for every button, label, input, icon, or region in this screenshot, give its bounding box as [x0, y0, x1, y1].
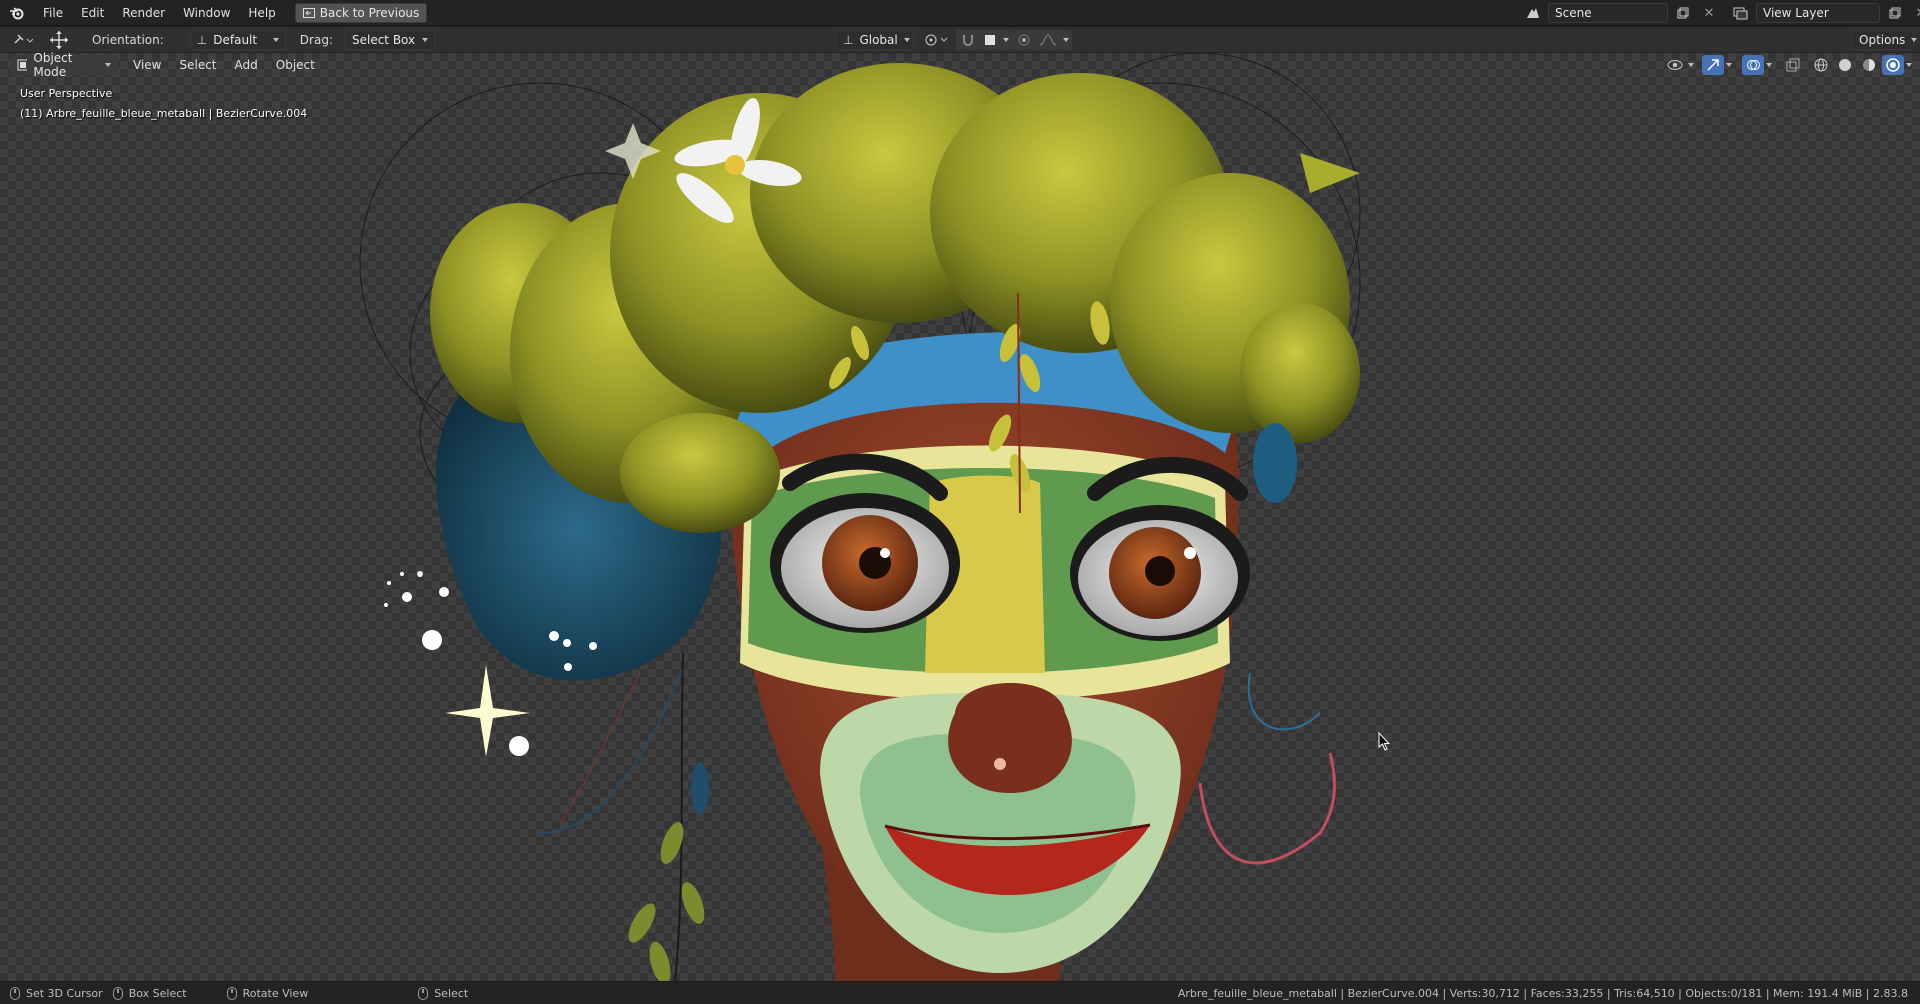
- xray-toggle-icon[interactable]: [1782, 55, 1804, 75]
- orientation-axis-icon: ⊥: [196, 32, 208, 47]
- pink-curl: [1198, 752, 1336, 865]
- 3d-viewport[interactable]: User Perspective (11) Arbre_feuille_bleu…: [0, 53, 1920, 981]
- viewport-render: [359, 53, 1361, 981]
- move-tool-icon[interactable]: [44, 30, 74, 50]
- global-axis-icon: ⊥: [843, 32, 854, 47]
- vine-left: [674, 652, 684, 981]
- mouse-drag-icon: [112, 986, 123, 1000]
- editor-type-icon[interactable]: [8, 30, 38, 50]
- mouse-left-click-icon: [10, 986, 20, 1000]
- chevron-down-icon: [105, 63, 111, 67]
- mouse-right-click-icon: [418, 986, 429, 1000]
- top-menu-bar: File Edit Render Window Help Back to Pre…: [0, 0, 1920, 26]
- status-hint-box-select: Box Select: [128, 986, 187, 1000]
- chevron-down-icon[interactable]: [1906, 63, 1912, 67]
- drag-dropdown[interactable]: Select Box: [344, 29, 435, 50]
- visibility-eye-icon[interactable]: [1664, 55, 1686, 75]
- chevron-down-icon: [421, 37, 428, 42]
- tool-settings-header: Orientation: ⊥ Default Drag: Select Box …: [0, 27, 1920, 53]
- back-to-previous-button[interactable]: Back to Previous: [294, 2, 428, 23]
- viewport-menu-add[interactable]: Add: [226, 53, 267, 77]
- options-dropdown[interactable]: Options: [1852, 29, 1918, 50]
- status-hint-set-3d-cursor: Set 3D Cursor: [26, 986, 103, 1000]
- view-layer-selector-icon[interactable]: [1730, 3, 1752, 23]
- chevron-down-icon[interactable]: [1688, 63, 1694, 67]
- scene-name-field[interactable]: Scene: [1548, 3, 1668, 23]
- status-hint-select: Select: [434, 986, 469, 1000]
- chevron-down-icon[interactable]: [1766, 63, 1772, 67]
- object-mode-icon: [17, 59, 28, 71]
- overlays-toggle-icon[interactable]: [1742, 55, 1764, 75]
- viewport-menu-view[interactable]: View: [124, 53, 170, 77]
- status-bar: Set 3D Cursor Box Select Rotate View Sel…: [0, 981, 1920, 1004]
- delete-scene-icon[interactable]: ✕: [1698, 3, 1720, 23]
- nose: [948, 683, 1072, 793]
- menu-render[interactable]: Render: [113, 0, 174, 26]
- view-layer-name-field[interactable]: View Layer: [1756, 3, 1880, 23]
- mouse-pointer-icon: [1378, 732, 1391, 751]
- new-scene-icon[interactable]: [1672, 3, 1694, 23]
- solid-shading-icon[interactable]: [1834, 55, 1856, 75]
- menu-edit[interactable]: Edit: [72, 0, 113, 26]
- chevron-down-icon: [1911, 37, 1918, 42]
- menu-window[interactable]: Window: [174, 0, 239, 26]
- drag-label: Drag:: [299, 32, 333, 47]
- screen-back-icon: [302, 7, 315, 18]
- perspective-label: User Perspective: [20, 87, 113, 100]
- chevron-down-icon[interactable]: [1003, 37, 1009, 42]
- falloff-curve-icon[interactable]: [1037, 30, 1059, 50]
- chevron-down-icon[interactable]: [1726, 63, 1732, 67]
- gizmo-toggle-icon[interactable]: [1702, 55, 1724, 75]
- scene-selector-icon[interactable]: [1522, 3, 1544, 23]
- chevron-down-icon: [272, 37, 279, 42]
- viewport-menu-select[interactable]: Select: [170, 53, 225, 77]
- mouse-middle-click-icon: [226, 986, 237, 1000]
- back-to-previous-label: Back to Previous: [319, 5, 420, 20]
- menu-file[interactable]: File: [34, 0, 72, 26]
- transform-orientation-dropdown[interactable]: ⊥ Global: [836, 29, 914, 50]
- new-view-layer-icon[interactable]: [1884, 3, 1906, 23]
- viewport-menu-object[interactable]: Object: [267, 53, 324, 77]
- right-eye: [1070, 505, 1250, 641]
- blender-logo-icon[interactable]: [0, 0, 34, 26]
- viewport-header: Object Mode View Select Add Object: [0, 51, 1920, 79]
- scene-statistics: Arbre_feuille_bleue_metaball | BezierCur…: [1177, 986, 1908, 1000]
- menu-help[interactable]: Help: [239, 0, 284, 26]
- pivot-point-icon[interactable]: [922, 30, 952, 50]
- status-hint-rotate-view: Rotate View: [242, 986, 309, 1000]
- blue-hair-right: [1253, 423, 1297, 503]
- delete-view-layer-icon[interactable]: ✕: [1910, 3, 1920, 23]
- active-object-label: (11) Arbre_feuille_bleue_metaball | Bezi…: [20, 107, 308, 120]
- material-preview-shading-icon[interactable]: [1858, 55, 1880, 75]
- orientation-label: Orientation:: [92, 32, 164, 47]
- blue-curl-right: [1247, 672, 1321, 731]
- orientation-dropdown[interactable]: ⊥ Default: [189, 29, 286, 50]
- chevron-down-icon: [903, 37, 910, 42]
- left-eye: [770, 493, 960, 633]
- object-mode-dropdown[interactable]: Object Mode: [10, 51, 118, 79]
- snap-magnet-icon[interactable]: [959, 30, 977, 50]
- chevron-down-icon[interactable]: [1063, 37, 1069, 42]
- wireframe-shading-icon[interactable]: [1810, 55, 1832, 75]
- proportional-editing-icon[interactable]: [1015, 30, 1033, 50]
- snap-increment-icon[interactable]: [981, 30, 999, 50]
- rendered-shading-icon[interactable]: [1882, 55, 1904, 75]
